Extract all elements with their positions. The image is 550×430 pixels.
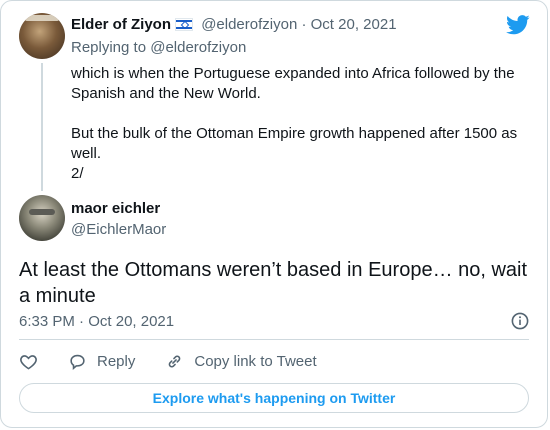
tweet-date[interactable]: Oct 20, 2021: [311, 16, 397, 33]
parent-paragraph-1: which is when the Portuguese expanded in…: [71, 65, 515, 102]
twitter-bird-icon[interactable]: [506, 15, 530, 35]
avatar-maor-eichler[interactable]: [19, 195, 65, 241]
author-handle[interactable]: @elderofziyon: [201, 16, 297, 33]
reply-bubble-icon: [70, 354, 85, 370]
reply-button[interactable]: Reply: [68, 352, 135, 371]
explore-twitter-button[interactable]: Explore what's happening on Twitter: [19, 383, 529, 413]
copy-link-label: Copy link to Tweet: [194, 352, 317, 370]
copy-link-button[interactable]: Copy link to Tweet: [165, 352, 317, 371]
tweet-time: 6:33 PM: [19, 313, 75, 330]
main-author-name[interactable]: maor eichler: [71, 200, 160, 217]
tweet-embed-card: Elder of Ziyon @elderofziyon · Oct 20, 2…: [0, 0, 548, 428]
israel-flag-icon: [175, 18, 194, 31]
reply-label: Reply: [97, 352, 136, 370]
link-icon: [169, 355, 181, 367]
main-author-handle[interactable]: @EichlerMaor: [71, 221, 166, 238]
replying-to-line: Replying to @elderofziyon: [71, 39, 246, 56]
parent-paragraph-2: But the bulk of the Ottoman Empire growt…: [71, 125, 518, 162]
divider: [19, 339, 529, 340]
heart-icon: [20, 354, 37, 370]
replying-prefix: Replying to: [71, 39, 147, 56]
parent-tweet-text: which is when the Portuguese expanded in…: [71, 64, 531, 184]
replying-handle-link[interactable]: @elderofziyon: [150, 39, 246, 56]
info-icon[interactable]: [511, 312, 529, 330]
parent-paragraph-3: 2/: [71, 165, 84, 182]
like-button[interactable]: [19, 352, 38, 371]
timestamp-separator: ·: [79, 313, 85, 330]
tweet-actions-bar: Reply Copy link to Tweet: [19, 349, 347, 373]
main-tweet-text: At least the Ottomans weren’t based in E…: [19, 259, 528, 307]
tweet-date: Oct 20, 2021: [88, 313, 175, 330]
separator-dot: ·: [301, 16, 307, 33]
tweet-timestamp[interactable]: 6:33 PM · Oct 20, 2021: [19, 313, 174, 330]
author-name[interactable]: Elder of Ziyon: [71, 16, 171, 33]
parent-tweet-header: Elder of Ziyon @elderofziyon · Oct 20, 2…: [71, 16, 397, 33]
avatar-elder-of-ziyon[interactable]: [19, 13, 65, 59]
thread-connector-line: [41, 63, 43, 191]
